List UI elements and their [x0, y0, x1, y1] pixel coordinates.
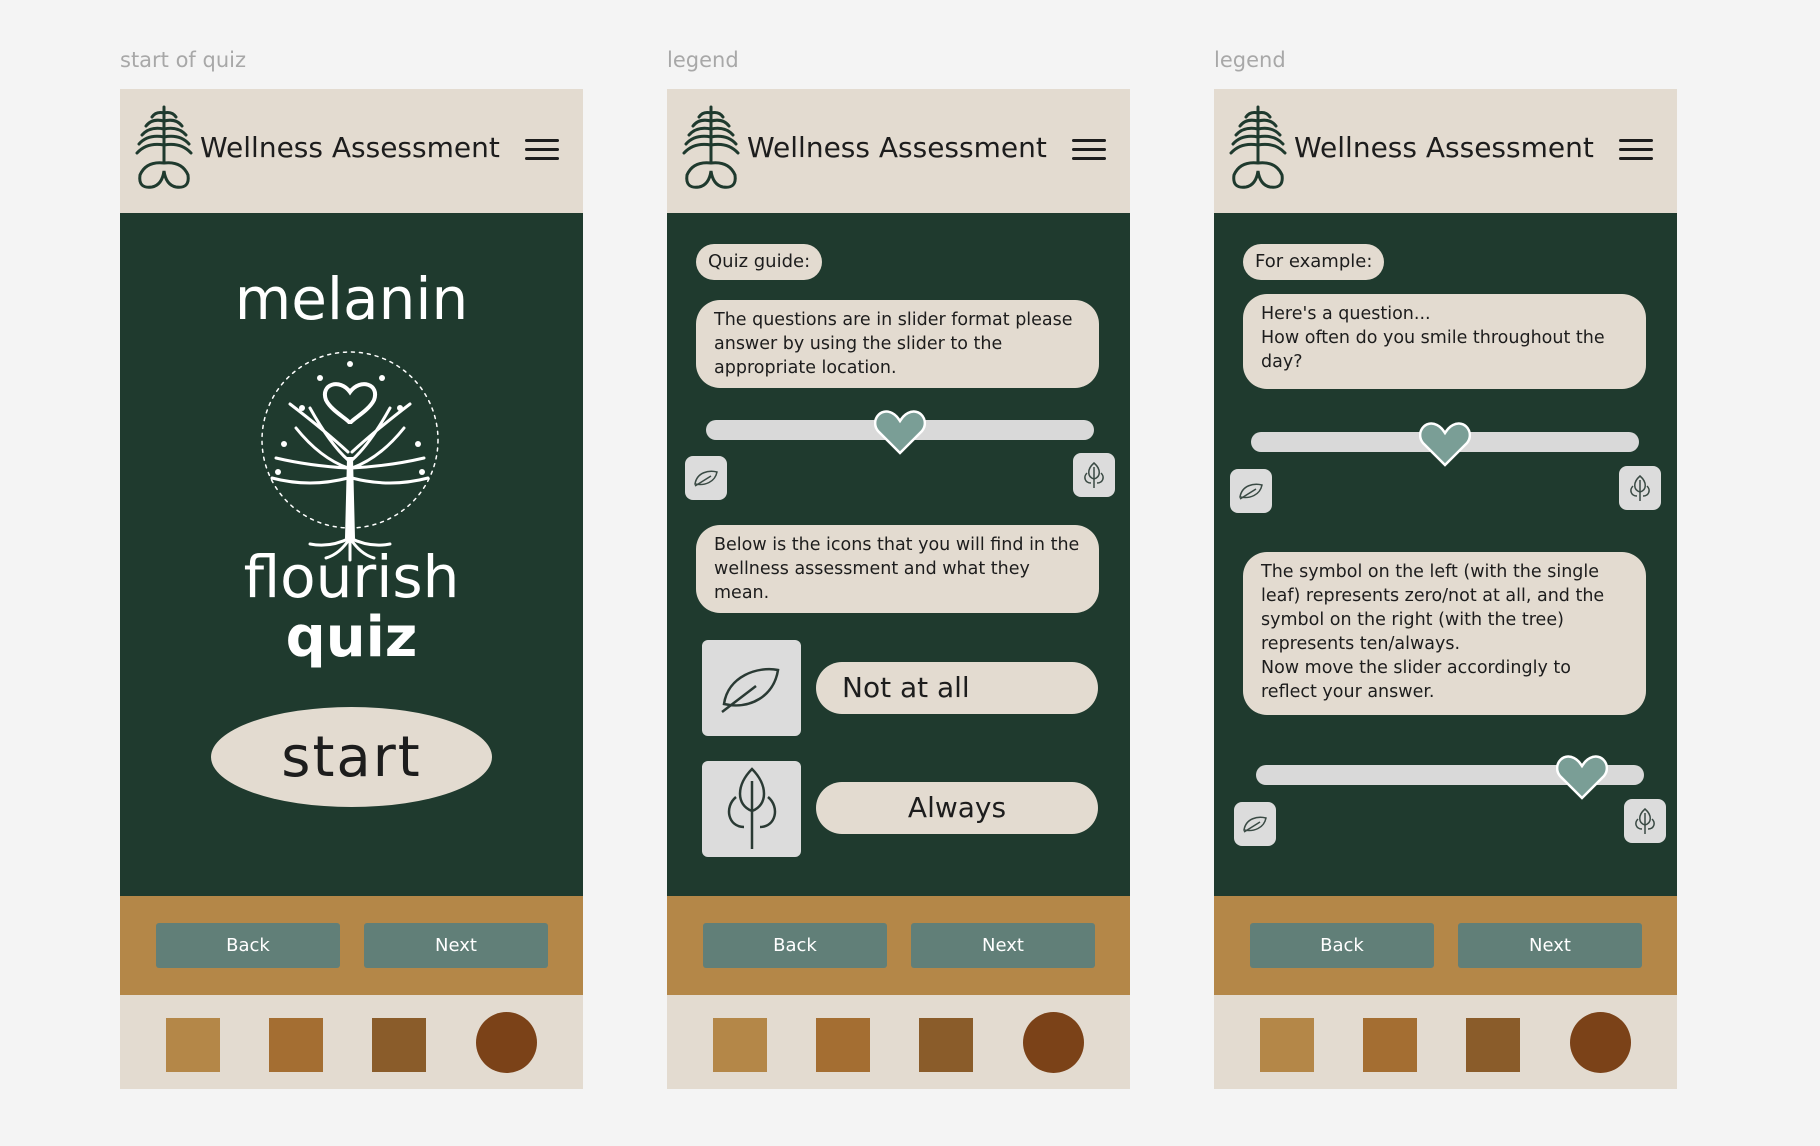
- main-content: For example: Here's a question... How of…: [1214, 213, 1677, 896]
- main-content: melanin flourish quiz start: [120, 213, 583, 896]
- swatch-2[interactable]: [1363, 1018, 1417, 1072]
- swatch-row: [667, 995, 1130, 1089]
- tree-icon: [1635, 808, 1655, 834]
- swatch-row: [1214, 995, 1677, 1089]
- back-button[interactable]: Back: [703, 923, 887, 968]
- app-header: Wellness Assessment: [120, 89, 583, 213]
- swatch-1[interactable]: [713, 1018, 767, 1072]
- leaf-icon: [1239, 483, 1263, 500]
- main-content: Quiz guide: The questions are in slider …: [667, 213, 1130, 896]
- frame-label-start: start of quiz: [120, 48, 246, 72]
- tree-logo-icon: [261, 351, 439, 562]
- leaf-chip: [1234, 802, 1276, 846]
- swatch-row: [120, 995, 583, 1089]
- brand-word-quiz: quiz: [285, 605, 418, 670]
- app-title: Wellness Assessment: [747, 131, 1047, 164]
- app-title: Wellness Assessment: [1294, 131, 1594, 164]
- swatch-1[interactable]: [1260, 1018, 1314, 1072]
- screen-start: Wellness Assessment melanin flourish qui…: [120, 89, 583, 1089]
- guide-text-bubble: The questions are in slider format pleas…: [696, 300, 1099, 388]
- start-button[interactable]: start: [211, 707, 492, 807]
- legend-label-not-at-all: Not at all: [816, 662, 1098, 714]
- nav-bar: Back Next: [1214, 896, 1677, 995]
- next-button[interactable]: Next: [911, 923, 1095, 968]
- hamburger-menu-icon[interactable]: [1619, 139, 1653, 161]
- leaf-icon: [694, 470, 718, 487]
- tree-chip: [1073, 453, 1115, 497]
- icons-text-bubble: Below is the icons that you will find in…: [696, 525, 1099, 613]
- explanation-bubble: The symbol on the left (with the single …: [1243, 552, 1646, 715]
- logo-icon: [1229, 105, 1287, 189]
- tree-icon: [1084, 462, 1104, 488]
- next-button[interactable]: Next: [364, 923, 548, 968]
- swatch-4[interactable]: [476, 1012, 537, 1073]
- leaf-icon: [721, 667, 780, 713]
- logo-icon: [682, 105, 740, 189]
- tree-icon: [1630, 475, 1650, 501]
- brand-word-melanin: melanin: [234, 265, 469, 333]
- tree-chip: [1624, 799, 1666, 843]
- swatch-2[interactable]: [269, 1018, 323, 1072]
- question-bubble: Here's a question... How often do you sm…: [1243, 294, 1646, 389]
- quiz-guide-label: Quiz guide:: [696, 244, 823, 280]
- frame-label-legend: legend: [667, 48, 739, 72]
- legend-leaf-chip: [702, 640, 801, 736]
- screen-legend: Wellness Assessment Quiz guide: The ques…: [667, 89, 1130, 1089]
- logo-icon: [135, 105, 193, 189]
- swatch-4[interactable]: [1570, 1012, 1631, 1073]
- heart-slider-handle-icon[interactable]: [1555, 754, 1608, 800]
- swatch-2[interactable]: [816, 1018, 870, 1072]
- app-title: Wellness Assessment: [200, 131, 500, 164]
- leaf-chip: [1230, 469, 1272, 513]
- hamburger-menu-icon[interactable]: [525, 139, 559, 161]
- back-button[interactable]: Back: [1250, 923, 1434, 968]
- leaf-chip: [685, 456, 727, 500]
- leaf-icon: [1243, 816, 1267, 833]
- heart-slider-handle-icon[interactable]: [874, 409, 926, 455]
- legend-label-always: Always: [816, 782, 1098, 834]
- frame-label-example: legend: [1214, 48, 1286, 72]
- nav-bar: Back Next: [667, 896, 1130, 995]
- app-header: Wellness Assessment: [667, 89, 1130, 213]
- swatch-4[interactable]: [1023, 1012, 1084, 1073]
- legend-tree-chip: [702, 761, 801, 857]
- next-button[interactable]: Next: [1458, 923, 1642, 968]
- swatch-1[interactable]: [166, 1018, 220, 1072]
- screen-example: Wellness Assessment For example: Here's …: [1214, 89, 1677, 1089]
- example-label: For example:: [1243, 244, 1385, 280]
- swatch-3[interactable]: [372, 1018, 426, 1072]
- app-header: Wellness Assessment: [1214, 89, 1677, 213]
- tree-icon: [727, 767, 777, 849]
- nav-bar: Back Next: [120, 896, 583, 995]
- back-button[interactable]: Back: [156, 923, 340, 968]
- hamburger-menu-icon[interactable]: [1072, 139, 1106, 161]
- swatch-3[interactable]: [919, 1018, 973, 1072]
- heart-slider-handle-icon[interactable]: [1419, 421, 1471, 467]
- tree-chip: [1619, 466, 1661, 510]
- swatch-3[interactable]: [1466, 1018, 1520, 1072]
- brand-word-flourish: flourish: [243, 543, 460, 611]
